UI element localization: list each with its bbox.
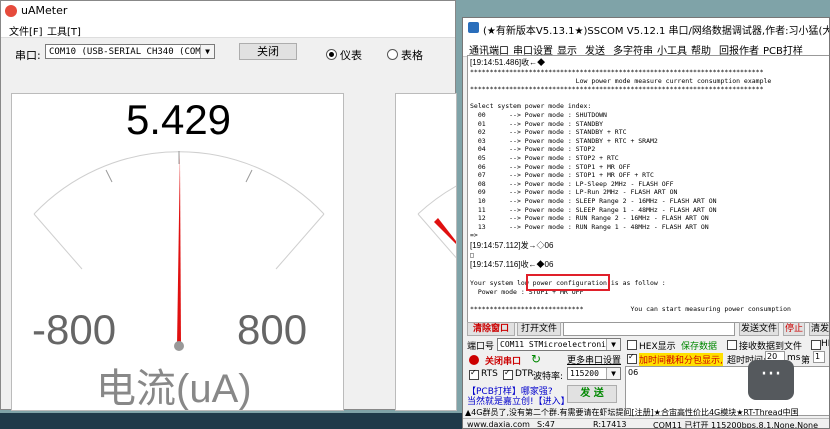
chevron-down-icon: ▼ [606, 339, 620, 350]
taskbar [0, 413, 462, 429]
port-select-value: COM10 (USB-SERIAL CH340 (COM10)) [49, 47, 215, 57]
mode-item: 05 --> Power mode : STOP2 + RTC [477, 153, 619, 162]
baud-label: 波特率: [533, 372, 564, 382]
stop-button[interactable]: 停止 [783, 322, 805, 336]
timestamp-label: 加时间戳和分包显示, [639, 353, 723, 366]
chevron-down-icon: ▼ [200, 45, 214, 58]
table-mode-radio[interactable] [387, 49, 398, 60]
status-website[interactable]: www.daxia.com [467, 420, 530, 428]
gauge-unit-label: 电流(uA) [96, 367, 252, 411]
mode-item: 07 --> Power mode : STOP1 + MR OFF + RTC [477, 171, 654, 180]
send-button[interactable]: 发 送 [567, 385, 617, 403]
menu-tools[interactable]: 工具[T] [47, 23, 81, 38]
table-mode-label: 表格 [401, 49, 423, 62]
clear-send-button[interactable]: 清发 [809, 322, 829, 336]
mode-item: 06 --> Power mode : STOP1 + MR OFF [477, 162, 631, 171]
mode-item: 11 --> Power mode : SLEEP Range 1 - 48MH… [477, 205, 717, 214]
baud-select[interactable]: 115200 ▼ [567, 367, 621, 380]
pcb-ad-link-2[interactable]: 当然就是嘉立创!【进入】 [467, 394, 570, 407]
footer-text: You can start measuring power consumptio… [630, 304, 791, 313]
rts-checkbox[interactable] [469, 368, 479, 380]
chat-bubble-icon[interactable]: ··· [748, 360, 794, 400]
current-gauge: 5.429 -800 800 电流(uA) [11, 93, 344, 411]
file-path-input[interactable] [563, 322, 735, 336]
status-bar: www.daxia.com S:47 R:17413 COM11 已打开 115… [463, 418, 829, 429]
mode-item: 10 --> Power mode : SLEEP Range 2 - 16MH… [477, 196, 717, 205]
uameter-window: uAMeter 文件[F] 工具[T] 串口: COM10 (USB-SERIA… [0, 0, 457, 411]
menu-file[interactable]: 文件[F] [9, 23, 43, 38]
dtr-label: DTR [515, 369, 534, 379]
news-ticker: ▲4G群员了,没有第二个群.有需要请在虾坛提问[注册]★合宙高性价比4G模块★R… [465, 408, 799, 417]
mode-item: 00 --> Power mode : SHUTDOWN [477, 110, 607, 119]
banner-stars: ****************************************… [470, 68, 764, 76]
open-file-button[interactable]: 打开文件 [517, 322, 561, 336]
mode-item: 08 --> Power mode : LP-Sleep 2MHz - FLAS… [477, 179, 674, 188]
mode-item: 13 --> Power mode : RUN Range 1 - 48MHz … [477, 222, 709, 231]
hex-display-checkbox[interactable] [627, 340, 637, 350]
hex-display-label: HEX显示 [639, 342, 676, 352]
gauge-min-label: -800 [32, 306, 117, 353]
banner-stars: ****************************************… [470, 85, 764, 94]
port-select[interactable]: COM10 (USB-SERIAL CH340 (COM10)) ▼ [45, 44, 215, 59]
select-title: Select system power mode index: [470, 102, 592, 111]
rts-label: RTS [481, 369, 498, 379]
timestamp-line: [19:14:57.116]收←◆06 [470, 260, 554, 270]
refresh-icon[interactable]: ↻ [531, 352, 541, 366]
mode-item: 09 --> Power mode : LP-Run 2MHz - FLASH … [477, 188, 678, 197]
gauge-mode-radio[interactable] [326, 49, 337, 60]
more-settings-link[interactable]: 更多串口设置 [567, 353, 621, 366]
mode-item: 03 --> Power mode : STANDBY + RTC + SRAM… [477, 136, 658, 145]
title-bar: uAMeter [1, 1, 455, 21]
port-status-icon [469, 355, 479, 365]
dtr-checkbox[interactable] [503, 368, 513, 380]
secondary-gauge-face [417, 185, 456, 259]
clear-window-button[interactable]: 清除窗口 [467, 322, 515, 336]
app-icon [5, 5, 17, 17]
port-number-label: 端口号 [467, 342, 495, 352]
needle-hub [174, 341, 184, 351]
baud-value: 115200 [570, 369, 599, 378]
close-serial-button[interactable]: 关闭串口 [485, 354, 521, 367]
timestamp-checkbox[interactable] [627, 352, 637, 364]
gauge-max-label: 800 [237, 306, 308, 353]
window-title: uAMeter [21, 4, 68, 17]
save-data-button[interactable]: 保存数据 [681, 339, 717, 352]
status-sent-count: S:47 [537, 420, 555, 429]
serial-port-select[interactable]: COM11 STMicroelectronics S ▼ [497, 338, 621, 351]
receive-terminal[interactable]: [19:14:51.486]收←◆ ***********************… [467, 55, 829, 323]
timestamp-line: [19:14:57.112]发→◇06 [470, 240, 554, 250]
chevron-down-icon: ▼ [606, 368, 620, 379]
status-recv-count: R:17413 [593, 420, 627, 429]
port-label: 串口: [15, 49, 41, 62]
gauge-needle [177, 154, 181, 347]
hex-send-checkbox[interactable] [811, 340, 821, 350]
serial-port-value: COM11 STMicroelectronics S [500, 340, 621, 349]
mode-list: 00 --> Power mode : SHUTDOWN 01 --> Powe… [470, 111, 717, 231]
terminal-text: [19:14:51.486]收←◆ ***********************… [468, 56, 829, 314]
banner-text: Low power mode measure current consumpti… [470, 76, 772, 85]
gauge-value: 5.429 [125, 96, 232, 143]
close-port-button[interactable]: 关闭 [239, 43, 297, 60]
page-label: 第 [801, 356, 811, 366]
mode-item: 02 --> Power mode : STANDBY + RTC [477, 128, 627, 137]
sscom-app-icon [468, 22, 479, 33]
timestamp-line: [19:14:51.486]收←◆ [470, 58, 546, 67]
highlight-box [526, 274, 610, 291]
gauge-mode-label: 仪表 [340, 49, 362, 62]
menu-bar: 文件[F] 工具[T] [1, 21, 455, 38]
sscom-title-bar: (★有新版本V5.13.1★)SSCOM V5.12.1 串口/网络数据调试器,… [463, 18, 829, 38]
hex-send-label: HEX [821, 339, 829, 349]
sscom-window-title: (★有新版本V5.13.1★)SSCOM V5.12.1 串口/网络数据调试器,… [483, 26, 830, 37]
status-port-info: COM11 已打开 115200bps,8,1,None,None [653, 421, 819, 429]
secondary-gauge [395, 93, 457, 411]
send-file-button[interactable]: 发送文件 [739, 322, 779, 336]
footer-stars: ***************************** [470, 304, 584, 313]
mode-item: 04 --> Power mode : STOP2 [477, 145, 596, 154]
mode-item: 01 --> Power mode : STANDBY [477, 119, 604, 128]
mode-item: 12 --> Power mode : RUN Range 2 - 16MHz … [477, 214, 709, 223]
recv-to-file-checkbox[interactable] [727, 340, 737, 350]
prompt: => [470, 231, 478, 240]
power-mode-label: Power mode : [477, 287, 529, 296]
page-input[interactable]: 1 [813, 351, 825, 363]
